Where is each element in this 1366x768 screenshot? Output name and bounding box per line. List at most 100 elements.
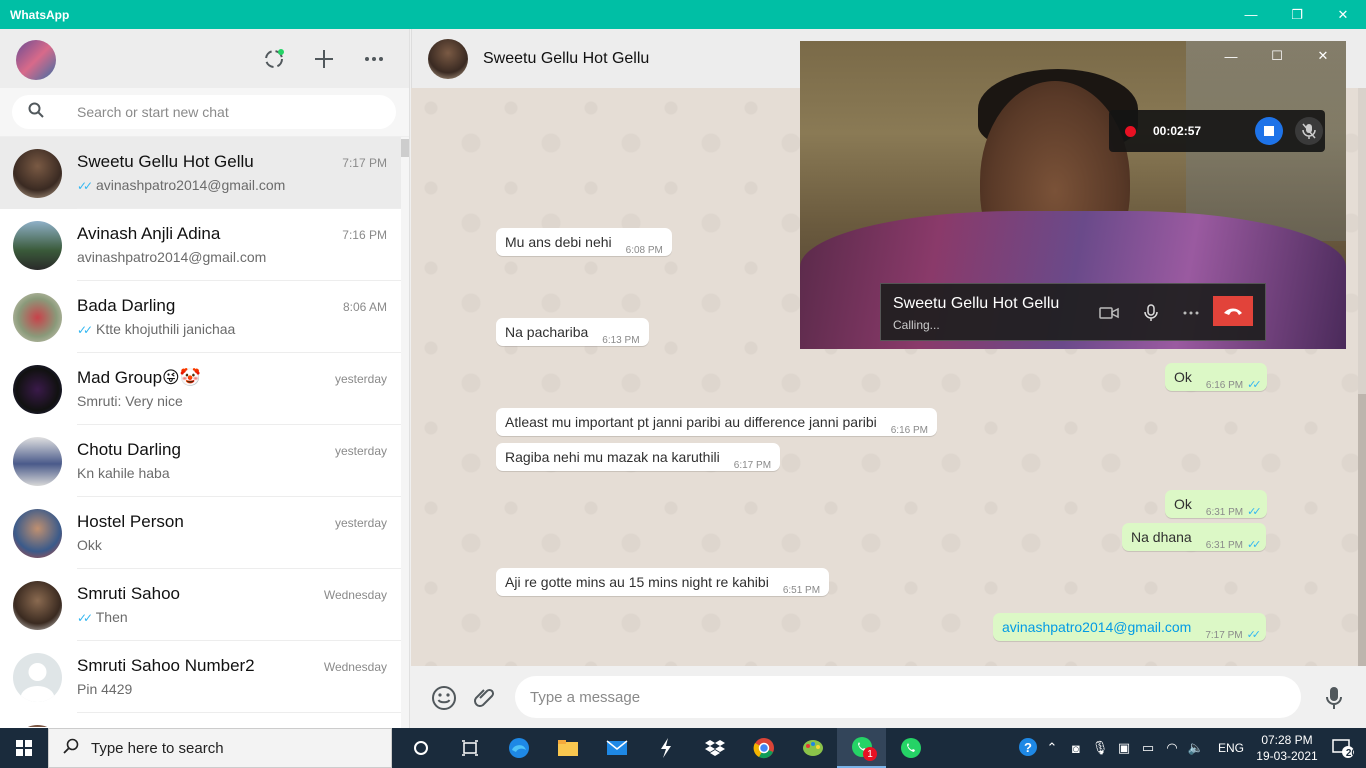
clock-time: 07:28 PM: [1261, 733, 1313, 747]
chat-item[interactable]: Bada Darling 8:06 AM ✓✓ Ktte khojuthili …: [0, 281, 402, 353]
chrome-icon[interactable]: [739, 728, 788, 768]
help-icon[interactable]: ?: [1016, 737, 1040, 760]
mic-icon[interactable]: [1320, 684, 1348, 712]
emoji-icon[interactable]: [430, 684, 458, 712]
chat-item[interactable]: Chotu Darling yesterday Kn kahile haba: [0, 425, 402, 497]
avatar: [13, 580, 62, 630]
chat-last-message: Okk: [77, 537, 102, 553]
chat-info: Smruti Sahoo Wednesday ✓✓ Then: [77, 569, 402, 641]
chat-item[interactable]: Mad Group😜🤡 yesterday Smruti: Very nice: [0, 353, 402, 425]
webcam-icon[interactable]: ◙: [1064, 741, 1088, 756]
chat-time: yesterday: [334, 516, 387, 530]
chat-time: yesterday: [334, 444, 387, 458]
chat-list: Sweetu Gellu Hot Gellu 7:17 PM ✓✓ avinas…: [0, 137, 409, 727]
video-close-button[interactable]: ✕: [1300, 41, 1346, 71]
screen-record-icon[interactable]: ▣: [1112, 740, 1136, 756]
video-camera-icon[interactable]: [1097, 301, 1121, 325]
avatar: [13, 364, 62, 414]
conversation-scrollbar[interactable]: [1358, 88, 1366, 666]
mail-icon[interactable]: [592, 728, 641, 768]
chat-info: [77, 713, 402, 727]
edge-icon[interactable]: [494, 728, 543, 768]
message-outgoing: avinashpatro2014@gmail.com7:17 PM ✓✓: [993, 613, 1267, 641]
restore-button[interactable]: ❐: [1274, 0, 1320, 29]
minimize-button[interactable]: —: [1228, 0, 1274, 29]
chat-time: Wednesday: [323, 660, 387, 674]
default-avatar-icon: [13, 652, 62, 702]
read-ticks-icon: ✓✓: [1247, 379, 1262, 391]
whatsapp-alt-icon[interactable]: [886, 728, 935, 768]
chevron-up-icon[interactable]: ⌃: [1040, 740, 1064, 756]
chat-name: Smruti Sahoo Number2: [77, 656, 255, 675]
email-link[interactable]: avinashpatro2014@gmail.com: [1002, 619, 1191, 635]
chat-item[interactable]: [0, 713, 402, 727]
more-options-icon[interactable]: [1179, 301, 1203, 325]
avatar: [13, 148, 62, 198]
whatsapp-taskbar-icon[interactable]: 1: [837, 728, 886, 768]
avatar: [13, 292, 62, 342]
winamp-icon[interactable]: [641, 728, 690, 768]
paint-icon[interactable]: [788, 728, 837, 768]
language-indicator[interactable]: ENG: [1218, 741, 1244, 755]
stop-recording-button[interactable]: [1255, 117, 1283, 145]
chat-name: Avinash Anjli Adina: [77, 224, 221, 243]
chat-info: Smruti Sahoo Number2 Wednesday Pin 4429: [77, 641, 402, 713]
chat-time: 8:06 AM: [342, 300, 387, 314]
close-button[interactable]: ✕: [1320, 0, 1366, 29]
video-maximize-button[interactable]: ☐: [1254, 41, 1300, 71]
video-minimize-button[interactable]: —: [1208, 41, 1254, 71]
chat-name: Mad Group😜🤡: [77, 368, 201, 387]
task-view-icon[interactable]: [445, 728, 494, 768]
chat-time: 7:16 PM: [342, 228, 387, 242]
avatar: [13, 508, 62, 558]
notifications-icon[interactable]: 20: [1320, 728, 1366, 768]
app-titlebar: WhatsApp — ❐ ✕: [0, 0, 1366, 29]
chat-item[interactable]: Smruti Sahoo Wednesday ✓✓ Then: [0, 569, 402, 641]
chat-item[interactable]: Smruti Sahoo Number2 Wednesday Pin 4429: [0, 641, 402, 713]
chat-item[interactable]: Avinash Anjli Adina 7:16 PM avinashpatro…: [0, 209, 402, 281]
message-outgoing: Ok6:16 PM ✓✓: [1165, 363, 1267, 391]
chat-item[interactable]: Sweetu Gellu Hot Gellu 7:17 PM ✓✓ avinas…: [0, 137, 402, 209]
recording-time: 00:02:57: [1153, 124, 1202, 138]
volume-icon[interactable]: 🔈: [1184, 740, 1208, 756]
recording-bar: 00:02:57: [1109, 110, 1325, 152]
taskbar-search[interactable]: Type here to search: [48, 728, 392, 768]
chat-info: Hostel Person yesterday Okk: [77, 497, 402, 569]
more-icon[interactable]: [362, 47, 386, 71]
contact-avatar[interactable]: [428, 39, 468, 79]
dropbox-icon[interactable]: [690, 728, 739, 768]
file-explorer-icon[interactable]: [543, 728, 592, 768]
status-icon[interactable]: [262, 47, 286, 71]
windows-start-icon[interactable]: [0, 728, 48, 768]
clock[interactable]: 07:28 PM 19-03-2021: [1254, 732, 1320, 764]
battery-icon[interactable]: ▭: [1136, 740, 1160, 756]
chat-item[interactable]: Hostel Person yesterday Okk: [0, 497, 402, 569]
plus-icon[interactable]: [312, 47, 336, 71]
chat-name: Smruti Sahoo: [77, 584, 180, 603]
taskbar-apps: 1: [396, 728, 935, 768]
call-panel: Sweetu Gellu Hot Gellu Calling...: [880, 283, 1266, 341]
microphone-icon[interactable]: 🎙: [1088, 740, 1112, 756]
chat-last-message: ✓✓ Then: [77, 609, 128, 625]
my-avatar[interactable]: [16, 40, 56, 80]
mic-icon[interactable]: [1139, 301, 1163, 325]
chat-list-scrollbar[interactable]: [401, 137, 409, 728]
chat-info: Chotu Darling yesterday Kn kahile haba: [77, 425, 402, 497]
chat-name: Hostel Person: [77, 512, 184, 531]
chat-last-message: Kn kahile haba: [77, 465, 170, 481]
paperclip-icon[interactable]: [471, 684, 499, 712]
wifi-icon[interactable]: ◠: [1160, 740, 1184, 756]
end-call-button[interactable]: [1213, 296, 1253, 326]
search-bar: [0, 88, 409, 137]
message-input[interactable]: [530, 688, 1270, 706]
search-input[interactable]: [77, 104, 377, 120]
message-incoming: Ragiba nehi mu mazak na karuthili6:17 PM: [496, 443, 781, 471]
mic-off-icon[interactable]: [1295, 117, 1323, 145]
contact-name[interactable]: Sweetu Gellu Hot Gellu: [483, 50, 649, 68]
cortana-icon[interactable]: [396, 728, 445, 768]
chat-last-message: avinashpatro2014@gmail.com: [77, 249, 267, 265]
read-ticks-icon: ✓✓: [77, 611, 93, 625]
windows-taskbar: Type here to search 1 ? ⌃ ◙ 🎙 ▣ ▭ ◠ 🔈 EN…: [0, 728, 1366, 768]
chat-time: 7:17 PM: [342, 156, 387, 170]
message-input-wrapper: [515, 676, 1301, 718]
